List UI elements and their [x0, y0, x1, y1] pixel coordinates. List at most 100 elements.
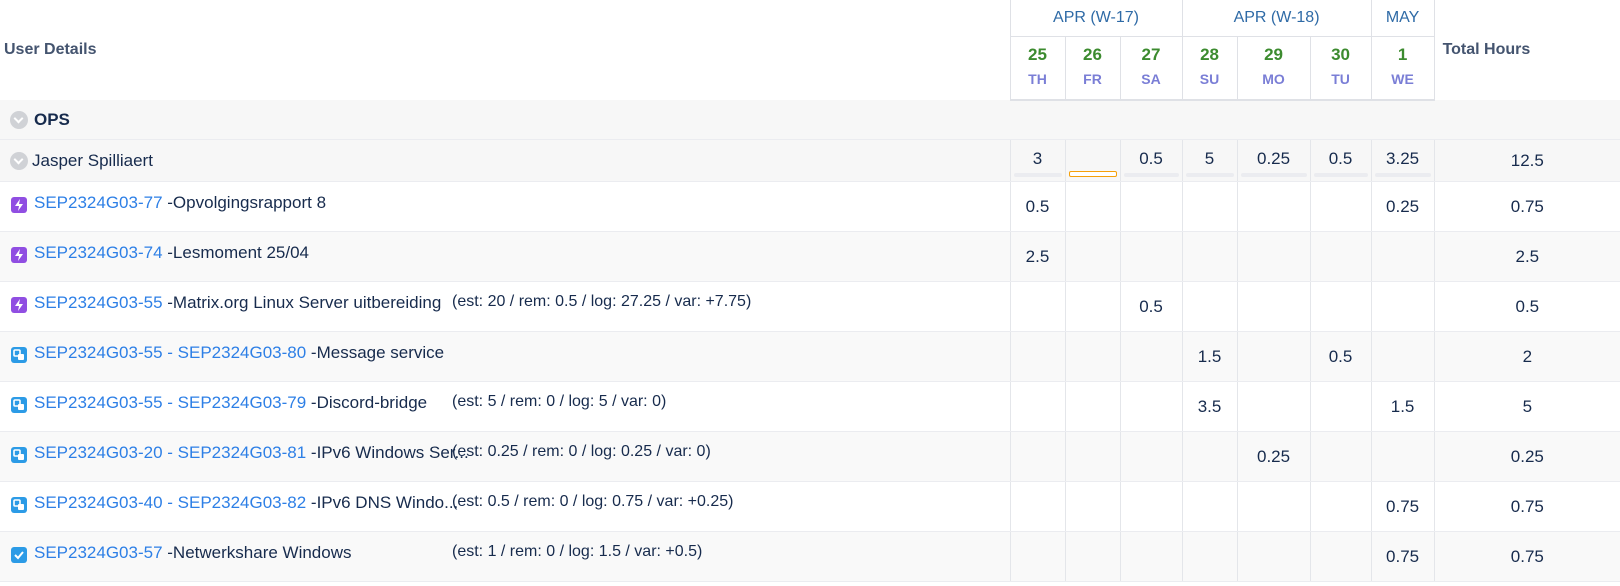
- issue-day-cell[interactable]: 0.5: [1309, 331, 1372, 382]
- issue-day-cell[interactable]: 2.5: [1009, 231, 1065, 282]
- issue-row[interactable]: SEP2324G03-57 -Netwerkshare Windows (est…: [0, 531, 1620, 582]
- issue-day-cell[interactable]: [1181, 431, 1238, 482]
- user-day-cell[interactable]: 0.5: [1309, 139, 1372, 182]
- issue-day-cell[interactable]: [1181, 281, 1238, 332]
- issue-day-cell[interactable]: 0.25: [1236, 431, 1311, 482]
- issue-row[interactable]: SEP2324G03-77 -Opvolgingsrapport 8 0.5 0.…: [0, 181, 1620, 232]
- user-day-cell[interactable]: 5: [1181, 139, 1238, 182]
- issue-estimate: (est: 20 / rem: 0.5 / log: 27.25 / var: …: [452, 293, 752, 310]
- issue-day-cell[interactable]: 1.5: [1181, 331, 1238, 382]
- issue-day-cell[interactable]: [1119, 181, 1183, 232]
- issue-key-link[interactable]: SEP2324G03-55 - SEP2324G03-80: [34, 343, 306, 362]
- issue-key-link[interactable]: SEP2324G03-74: [34, 243, 163, 262]
- issue-key-link[interactable]: SEP2324G03-77: [34, 193, 163, 212]
- issue-day-cell[interactable]: [1309, 231, 1372, 282]
- issue-day-cell[interactable]: [1009, 481, 1065, 532]
- issue-day-cell[interactable]: [1370, 431, 1435, 482]
- chevron-down-icon[interactable]: [10, 151, 28, 170]
- issue-day-cell[interactable]: [1119, 231, 1183, 282]
- day-progress-bar: [1185, 173, 1234, 177]
- user-total-hours: 12.5: [1433, 139, 1620, 182]
- issue-day-cell[interactable]: [1236, 331, 1311, 382]
- issue-row[interactable]: SEP2324G03-40 - SEP2324G03-82 -IPv6 DNS …: [0, 481, 1620, 532]
- issue-day-cell[interactable]: [1064, 431, 1120, 482]
- issue-estimate: (est: 5 / rem: 0 / log: 5 / var: 0): [452, 393, 667, 410]
- day-number: 1: [1397, 45, 1408, 64]
- issue-day-cell[interactable]: [1236, 181, 1311, 232]
- issue-day-cell[interactable]: [1181, 481, 1238, 532]
- issue-day-cell[interactable]: [1119, 481, 1183, 532]
- issue-day-cell[interactable]: [1119, 331, 1183, 382]
- issue-day-cell[interactable]: [1064, 531, 1120, 582]
- issue-day-cell[interactable]: [1309, 531, 1372, 582]
- user-day-hours: 0.5: [1139, 148, 1163, 168]
- issue-day-cell[interactable]: [1309, 381, 1372, 432]
- issue-day-cell[interactable]: [1181, 531, 1238, 582]
- issue-key-link[interactable]: SEP2324G03-20 - SEP2324G03-81: [34, 443, 306, 462]
- user-row[interactable]: Jasper Spilliaert 3 0.5 5 0.25 0.5 3.25 12.5: [0, 139, 1620, 182]
- issue-day-hours: 3.5: [1197, 396, 1222, 416]
- issue-day-cell[interactable]: 0.75: [1370, 481, 1435, 532]
- issue-key-link[interactable]: SEP2324G03-40 - SEP2324G03-82: [34, 493, 306, 512]
- issue-row[interactable]: SEP2324G03-55 -Matrix.org Linux Server u…: [0, 281, 1620, 332]
- issue-day-cell[interactable]: [1309, 481, 1372, 532]
- issue-day-cell[interactable]: 3.5: [1181, 381, 1238, 432]
- issue-day-cell[interactable]: [1370, 231, 1435, 282]
- issue-row[interactable]: SEP2324G03-20 - SEP2324G03-81 -IPv6 Wind…: [0, 431, 1620, 482]
- issue-day-cell[interactable]: [1009, 431, 1065, 482]
- user-name: Jasper Spilliaert: [32, 150, 153, 170]
- issue-day-cell[interactable]: [1009, 531, 1065, 582]
- issue-day-cell[interactable]: [1009, 331, 1065, 382]
- issue-day-cell[interactable]: [1236, 481, 1311, 532]
- day-header: 28 SU: [1181, 36, 1238, 101]
- issue-day-cell[interactable]: [1370, 331, 1435, 382]
- issue-day-cell[interactable]: [1236, 231, 1311, 282]
- issue-day-cell[interactable]: 1.5: [1370, 381, 1435, 432]
- user-day-cell[interactable]: [1064, 139, 1120, 182]
- day-progress-bar: [1374, 173, 1431, 177]
- issue-day-cell[interactable]: [1064, 331, 1120, 382]
- issue-row[interactable]: SEP2324G03-55 - SEP2324G03-79 -Discord-b…: [0, 381, 1620, 432]
- user-day-hours: 3: [1032, 148, 1043, 168]
- user-day-cell[interactable]: 3: [1009, 139, 1065, 182]
- issue-day-cell[interactable]: [1064, 481, 1120, 532]
- day-number: 28: [1200, 45, 1219, 64]
- subtask-icon: [11, 497, 27, 513]
- issue-row[interactable]: SEP2324G03-55 - SEP2324G03-80 -Message s…: [0, 331, 1620, 382]
- day-progress-bar: [1013, 173, 1062, 177]
- issue-day-cell[interactable]: 0.25: [1370, 181, 1435, 232]
- issue-key-link[interactable]: SEP2324G03-57: [34, 543, 163, 562]
- issue-day-cell[interactable]: [1181, 181, 1238, 232]
- issue-day-cell[interactable]: [1009, 281, 1065, 332]
- issue-day-cell[interactable]: [1236, 381, 1311, 432]
- chevron-down-icon[interactable]: [10, 111, 28, 129]
- issue-day-cell[interactable]: 0.75: [1370, 531, 1435, 582]
- issue-day-cell[interactable]: [1064, 381, 1120, 432]
- day-of-week: WE: [1391, 71, 1414, 87]
- issue-day-cell[interactable]: [1236, 531, 1311, 582]
- issue-day-cell[interactable]: [1181, 231, 1238, 282]
- issue-day-cell[interactable]: 0.5: [1009, 181, 1065, 232]
- issue-row[interactable]: SEP2324G03-74 -Lesmoment 25/04 2.5 2.5: [0, 231, 1620, 282]
- issue-day-cell[interactable]: [1236, 281, 1311, 332]
- issue-day-cell[interactable]: [1309, 431, 1372, 482]
- issue-day-cell[interactable]: [1064, 281, 1120, 332]
- issue-day-cell[interactable]: [1119, 381, 1183, 432]
- issue-day-cell[interactable]: [1309, 281, 1372, 332]
- issue-day-cell[interactable]: [1309, 181, 1372, 232]
- issue-key-link[interactable]: SEP2324G03-55: [34, 293, 163, 312]
- issue-day-cell[interactable]: [1370, 281, 1435, 332]
- issue-day-cell[interactable]: [1064, 231, 1120, 282]
- issue-key-link[interactable]: SEP2324G03-55 - SEP2324G03-79: [34, 393, 306, 412]
- issue-day-cell[interactable]: [1119, 531, 1183, 582]
- issue-day-cell[interactable]: [1009, 381, 1065, 432]
- issue-day-cell[interactable]: [1064, 181, 1120, 232]
- issue-day-hours: 0.5: [1139, 296, 1163, 316]
- day-progress-bar: [1313, 173, 1368, 177]
- user-day-cell[interactable]: 3.25: [1370, 139, 1435, 182]
- user-day-cell[interactable]: 0.25: [1236, 139, 1311, 182]
- user-day-cell[interactable]: 0.5: [1119, 139, 1183, 182]
- issue-day-cell[interactable]: [1119, 431, 1183, 482]
- issue-day-cell[interactable]: 0.5: [1119, 281, 1183, 332]
- issue-summary: -Lesmoment 25/04: [162, 243, 310, 262]
